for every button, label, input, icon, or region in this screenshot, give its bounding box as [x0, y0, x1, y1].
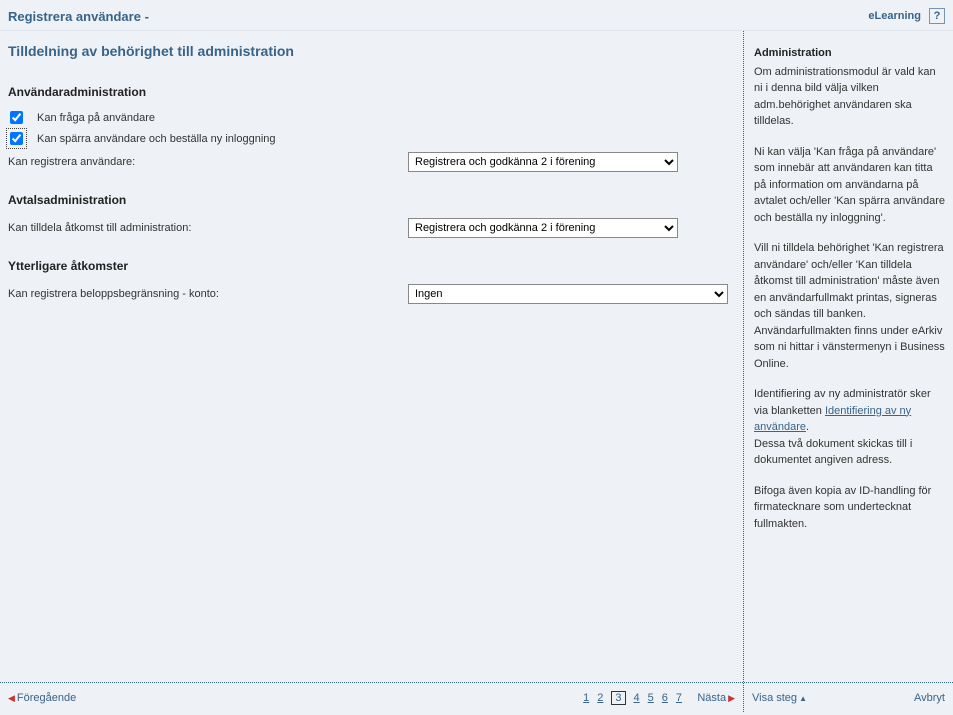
checkbox-query-user[interactable] — [10, 111, 23, 124]
side-paragraph: Identifiering av ny administratör sker v… — [754, 386, 947, 469]
field-amount-limit: Kan registrera beloppsbegränsning - kont… — [8, 281, 733, 307]
section-user-admin: Användaradministration — [8, 85, 733, 99]
field-register-user: Kan registrera användare: Registrera och… — [8, 149, 733, 175]
select-register-user[interactable]: Registrera och godkänna 2 i förening — [408, 152, 678, 172]
step-1[interactable]: 1 — [583, 692, 589, 704]
step-7[interactable]: 7 — [676, 692, 682, 704]
checkbox-label: Kan fråga på användare — [37, 112, 155, 124]
show-steps-button[interactable]: Visa steg — [752, 692, 807, 704]
elearning-link[interactable]: eLearning — [868, 10, 921, 22]
step-5[interactable]: 5 — [648, 692, 654, 704]
page-title: Tilldelning av behörighet till administr… — [8, 43, 733, 59]
step-4[interactable]: 4 — [634, 692, 640, 704]
field-label: Kan registrera användare: — [8, 156, 408, 168]
steps: 1234567 — [583, 691, 682, 705]
arrow-right-icon — [728, 692, 735, 704]
footer-left: Föregående 1234567 Nästa — [0, 683, 743, 712]
arrow-left-icon — [8, 692, 15, 704]
checkbox-label: Kan spärra användare och beställa ny inl… — [37, 133, 276, 145]
side-panel: Administration Om administrationsmodul ä… — [743, 31, 953, 682]
field-label: Kan registrera beloppsbegränsning - kont… — [8, 288, 408, 300]
cancel-button[interactable]: Avbryt — [914, 692, 945, 704]
main-panel: Tilldelning av behörighet till administr… — [0, 31, 743, 682]
footer-right: Visa steg Avbryt — [743, 683, 953, 712]
header: Registrera användare - eLearning ? — [0, 0, 953, 31]
field-label: Kan tilldela åtkomst till administration… — [8, 222, 408, 234]
select-assign-access[interactable]: Registrera och godkänna 2 i förening — [408, 218, 678, 238]
footer-center: 1234567 Nästa — [583, 691, 735, 705]
checkbox-row-block-user: Kan spärra användare och beställa ny inl… — [8, 128, 733, 149]
checkbox-row-query-user: Kan fråga på användare — [8, 107, 733, 128]
step-3[interactable]: 3 — [611, 691, 625, 705]
arrow-up-icon — [799, 692, 807, 704]
help-icon[interactable]: ? — [929, 8, 945, 24]
footer: Föregående 1234567 Nästa Visa steg Avbry… — [0, 682, 953, 712]
section-agreement-admin: Avtalsadministration — [8, 193, 733, 207]
select-amount-limit[interactable]: Ingen — [408, 284, 728, 304]
checkbox-block-user[interactable] — [10, 132, 23, 145]
step-2[interactable]: 2 — [597, 692, 603, 704]
header-right: eLearning ? — [868, 8, 945, 24]
side-heading: Administration — [754, 45, 947, 62]
side-paragraph: Vill ni tilldela behörighet 'Kan registr… — [754, 240, 947, 372]
next-button[interactable]: Nästa — [697, 692, 735, 704]
step-6[interactable]: 6 — [662, 692, 668, 704]
section-additional-access: Ytterligare åtkomster — [8, 259, 733, 273]
header-title: Registrera användare - — [8, 9, 149, 24]
prev-button[interactable]: Föregående — [8, 692, 76, 704]
field-assign-access: Kan tilldela åtkomst till administration… — [8, 215, 733, 241]
side-paragraph: Bifoga även kopia av ID-handling för fir… — [754, 483, 947, 533]
side-paragraph: Om administrationsmodul är vald kan ni i… — [754, 64, 947, 130]
side-paragraph: Ni kan välja 'Kan fråga på användare' so… — [754, 144, 947, 227]
